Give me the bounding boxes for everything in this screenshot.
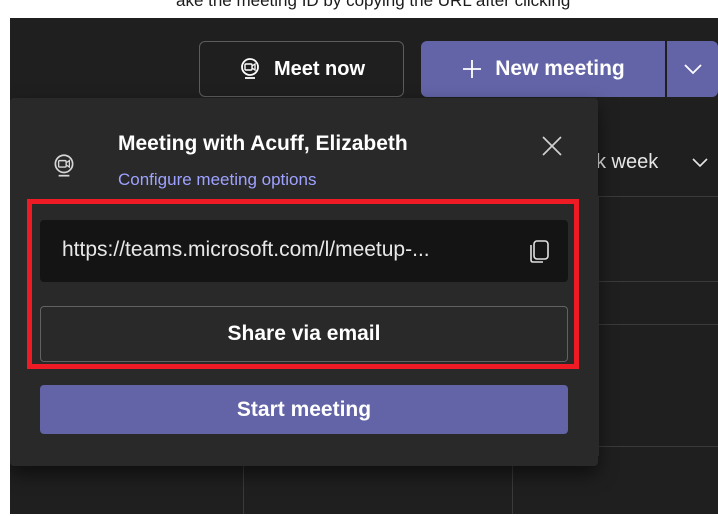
- caption-text: ake the meeting ID by copying the URL af…: [176, 0, 571, 10]
- meet-now-button[interactable]: Meet now: [199, 41, 404, 97]
- start-meeting-label: Start meeting: [236, 397, 372, 421]
- new-meeting-button[interactable]: New meeting: [421, 41, 665, 97]
- plus-icon: [463, 60, 482, 78]
- new-meeting-dropdown-button[interactable]: [667, 41, 718, 97]
- new-meeting-label: New meeting: [495, 57, 625, 80]
- share-via-email-button[interactable]: Share via email: [40, 306, 568, 362]
- video-icon: [241, 58, 259, 79]
- configure-meeting-options-link[interactable]: Configure meeting options: [118, 170, 316, 190]
- meeting-link-text: https://teams.microsoft.com/l/meetup-...: [62, 238, 430, 261]
- meeting-link-field[interactable]: https://teams.microsoft.com/l/meetup-...: [40, 220, 568, 282]
- meet-now-label: Meet now: [273, 57, 366, 80]
- close-icon[interactable]: [540, 134, 564, 158]
- copy-icon[interactable]: [528, 238, 552, 264]
- calendar-view-label[interactable]: k week: [596, 151, 658, 174]
- popup-title: Meeting with Acuff, Elizabeth: [118, 132, 408, 155]
- video-icon: [54, 154, 74, 177]
- caption-strip: ake the meeting ID by copying the URL af…: [0, 0, 718, 18]
- share-via-email-label: Share via email: [227, 322, 381, 345]
- teams-calendar-window: ■ k week Meet now New meeting Meet: [10, 18, 718, 514]
- meet-now-popup: Meeting with Acuff, Elizabeth Configure …: [10, 98, 598, 466]
- grid-column-divider: [598, 196, 599, 456]
- chevron-down-icon[interactable]: [690, 152, 710, 172]
- chevron-down-icon: [683, 64, 702, 75]
- start-meeting-button[interactable]: Start meeting: [40, 385, 568, 434]
